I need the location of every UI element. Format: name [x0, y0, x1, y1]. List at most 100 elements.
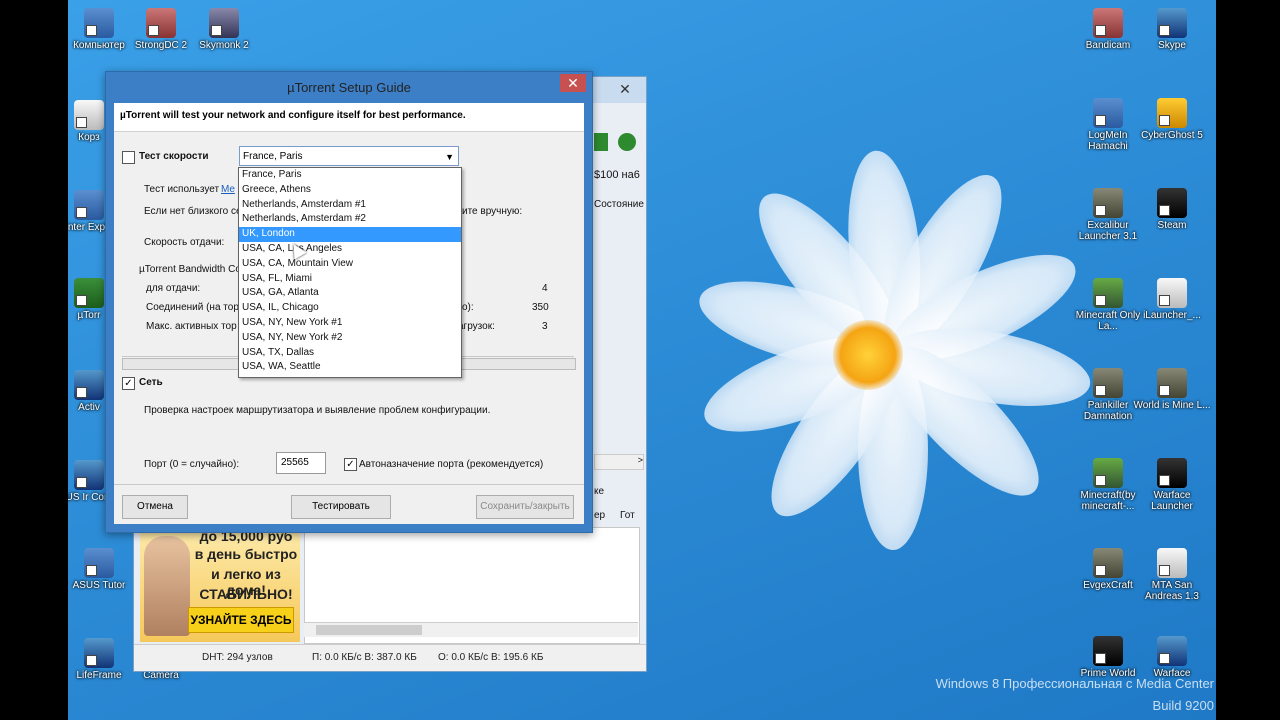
lifeframe-icon — [84, 638, 114, 668]
auto-port-checkbox[interactable]: ✓ — [344, 458, 357, 471]
warface-launcher-icon — [1157, 458, 1187, 488]
toolbar-area — [594, 129, 644, 159]
dialog-close-button[interactable]: ✕ — [560, 74, 586, 92]
tab-fragment: ке — [594, 486, 605, 497]
network-description: Проверка настроек маршрутизатора и выявл… — [144, 405, 491, 416]
upload-speed-label: Скорость отдачи: — [144, 237, 225, 248]
desktop-icon-skymonk[interactable]: Skymonk 2 — [185, 8, 263, 51]
ad-line-2: в день быстро — [194, 546, 298, 562]
port-label: Порт (0 = случайно): — [144, 459, 240, 470]
painkiller-icon — [1093, 368, 1123, 398]
column-er[interactable]: ер — [594, 510, 605, 521]
network-checkbox[interactable]: ✓ — [122, 377, 135, 390]
auto-port-label: Автоназначение порта (рекомендуется) — [359, 459, 544, 470]
evgexcraft-icon — [1093, 548, 1123, 578]
windows-watermark-edition: Windows 8 Профессиональная с Media Cente… — [935, 676, 1214, 691]
ad-learn-more-button[interactable]: УЗНАЙТЕ ЗДЕСЬ — [188, 607, 294, 633]
details-scrollbar[interactable] — [304, 622, 638, 637]
dialog-title: µTorrent Setup Guide — [287, 80, 411, 95]
hamachi-icon — [1093, 98, 1123, 128]
manual-select-text: ите вручную: — [462, 206, 523, 217]
prime-world-icon — [1093, 636, 1123, 666]
chevron-down-icon: ▼ — [445, 152, 454, 162]
desktop-icon-asus-tutor[interactable]: ASUS Tutor — [68, 548, 138, 591]
desktop-icon-warface-launcher[interactable]: Warface Launcher — [1133, 458, 1211, 512]
ad-line-1: до 15,000 руб — [199, 532, 293, 544]
server-option[interactable]: USA, IL, Chicago — [239, 301, 461, 316]
world-is-mine-icon — [1157, 368, 1187, 398]
ad-person-image — [144, 536, 190, 636]
max-active-value: 3 — [542, 321, 548, 332]
status-download: П: 0.0 КБ/с В: 387.0 КБ — [312, 652, 417, 663]
price-fragment: $100 на6 — [594, 169, 640, 181]
server-option-highlighted[interactable]: UK, London — [239, 227, 461, 242]
ilauncher-icon — [1157, 278, 1187, 308]
minecraft-block-icon — [1093, 458, 1123, 488]
port-input[interactable]: 25565 — [276, 452, 326, 474]
ad-line-4: СТАБИЛЬНО! — [199, 586, 293, 602]
close-icon[interactable]: ✕ — [612, 81, 638, 99]
bandwidth-group-label: µTorrent Bandwidth Co — [139, 264, 241, 275]
column-state[interactable]: Состояние — [594, 199, 644, 210]
server-dropdown-list[interactable]: France, Paris Greece, Athens Netherlands… — [238, 167, 462, 378]
save-close-button[interactable]: Сохранить/закрыть — [476, 495, 574, 519]
minecraft-icon — [1093, 278, 1123, 308]
desktop-icon-mta[interactable]: MTA San Andreas 1.3 — [1133, 548, 1211, 602]
cancel-button[interactable]: Отмена — [122, 495, 188, 519]
warface-icon — [1157, 636, 1187, 666]
server-option[interactable]: USA, CA, Los Angeles — [239, 242, 461, 257]
asus-icon — [74, 460, 104, 490]
server-option[interactable]: Greece, Athens — [239, 183, 461, 198]
advertisement-banner[interactable]: до 15,000 руб в день быстро и легко из д… — [140, 532, 300, 642]
uses-link[interactable]: Me — [221, 184, 235, 195]
speed-test-checkbox[interactable] — [122, 151, 135, 164]
mta-icon — [1157, 548, 1187, 578]
for-upload-label: для отдачи: — [146, 283, 201, 294]
scrollbar-thumb[interactable] — [316, 625, 422, 635]
server-option[interactable]: USA, CA, Mountain View — [239, 257, 461, 272]
status-bar: DHT: 294 узлов П: 0.0 КБ/с В: 387.0 КБ О… — [134, 644, 646, 671]
horizontal-scrollbar[interactable]: > — [594, 454, 644, 470]
desktop-icon-skype[interactable]: Skype — [1133, 8, 1211, 51]
skype-icon — [1157, 8, 1187, 38]
strongdc-icon — [146, 8, 176, 38]
connections-label: Соединений (на тор — [146, 302, 239, 313]
desktop-icon-world-is-mine[interactable]: World is Mine L... — [1133, 368, 1211, 411]
app-icon — [74, 370, 104, 400]
footer-divider — [114, 484, 584, 485]
cyberghost-icon — [1157, 98, 1187, 128]
bandicam-icon — [1093, 8, 1123, 38]
server-option[interactable]: USA, NY, New York #1 — [239, 316, 461, 331]
server-select[interactable]: France, Paris ▼ — [239, 146, 459, 166]
settings-gear-icon[interactable] — [618, 133, 636, 151]
server-option[interactable]: USA, TX, Dallas — [239, 346, 461, 361]
uses-text: Тест использует — [144, 184, 220, 195]
connections-value: 350 — [532, 302, 549, 313]
network-label: Сеть — [139, 377, 163, 388]
flower-wallpaper — [658, 147, 1097, 630]
desktop-icon-ilauncher[interactable]: iLauncher_... — [1133, 278, 1211, 321]
max-active-label: Макс. активных тор — [146, 321, 237, 332]
edit-icon[interactable] — [594, 133, 608, 151]
excalibur-icon — [1093, 188, 1123, 218]
utorrent-icon — [74, 278, 104, 308]
test-button[interactable]: Тестировать — [291, 495, 391, 519]
asus-tutor-icon — [84, 548, 114, 578]
server-select-value: France, Paris — [243, 151, 303, 162]
internet-explorer-icon — [74, 190, 104, 220]
server-option[interactable]: USA, GA, Atlanta — [239, 286, 461, 301]
connections-suffix: о): — [462, 302, 474, 313]
speed-test-label: Тест скорости — [139, 151, 209, 162]
no-near-server-text: Если нет близкого се — [144, 206, 242, 217]
server-option[interactable]: USA, WA, Seattle — [239, 360, 461, 375]
server-option[interactable]: Netherlands, Amsterdam #1 — [239, 198, 461, 213]
column-got[interactable]: Гот — [620, 510, 635, 521]
server-option[interactable]: USA, FL, Miami — [239, 272, 461, 287]
server-option[interactable]: Netherlands, Amsterdam #2 — [239, 212, 461, 227]
server-option[interactable]: USA, NY, New York #2 — [239, 331, 461, 346]
desktop-icon-warface[interactable]: Warface — [1133, 636, 1211, 679]
dialog-banner: µTorrent will test your network and conf… — [114, 103, 584, 132]
server-option[interactable]: France, Paris — [239, 168, 461, 183]
desktop-icon-steam[interactable]: Steam — [1133, 188, 1211, 231]
desktop-icon-cyberghost[interactable]: CyberGhost 5 — [1133, 98, 1211, 141]
